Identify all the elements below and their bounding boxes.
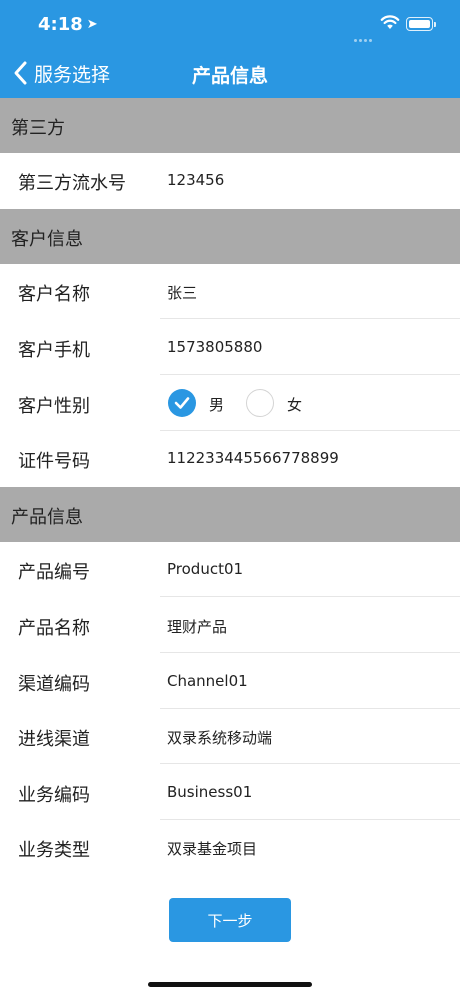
- row-inbound-channel: 进线渠道 双录系统移动端: [0, 709, 460, 764]
- section-title: 第三方: [11, 118, 65, 139]
- home-indicator: [148, 982, 312, 987]
- field-label: 业务编码: [18, 785, 90, 806]
- divider: [160, 596, 460, 597]
- row-third-party-serial: 第三方流水号 123456: [0, 153, 460, 208]
- location-arrow-icon: ➤: [86, 17, 98, 32]
- row-business-code: 业务编码 Business01: [0, 765, 460, 820]
- divider: [160, 763, 460, 764]
- row-customer-name: 客户名称 张三: [0, 264, 460, 319]
- divider: [160, 318, 460, 319]
- field-label: 客户名称: [18, 284, 90, 305]
- field-label: 进线渠道: [18, 729, 90, 750]
- field-label: 第三方流水号: [18, 173, 126, 194]
- product-name-value: 理财产品: [167, 618, 228, 636]
- inbound-channel-value: 双录系统移动端: [167, 729, 273, 747]
- section-header-third-party: 第三方: [0, 98, 460, 153]
- field-label: 客户手机: [18, 340, 90, 361]
- status-time-text: 4:18: [38, 14, 83, 35]
- status-time: 4:18 ➤: [38, 14, 98, 35]
- row-customer-id: 证件号码 112233445566778899: [0, 431, 460, 486]
- gender-male-label[interactable]: 男: [209, 394, 224, 415]
- product-code-value: Product01: [167, 560, 244, 578]
- divider: [160, 652, 460, 653]
- page-title: 产品信息: [191, 65, 268, 87]
- third-party-serial-value: 123456: [167, 171, 225, 189]
- divider: [160, 374, 460, 375]
- customer-id-value: 112233445566778899: [167, 449, 339, 467]
- row-business-type: 业务类型 双录基金项目: [0, 820, 460, 875]
- row-product-code: 产品编号 Product01: [0, 542, 460, 597]
- channel-code-value: Channel01: [167, 672, 248, 690]
- field-label: 产品编号: [18, 562, 90, 583]
- gender-male-radio[interactable]: [168, 389, 196, 417]
- row-product-name: 产品名称 理财产品: [0, 598, 460, 653]
- section-title: 客户信息: [11, 229, 83, 250]
- customer-phone-value: 1573805880: [167, 338, 263, 356]
- section-header-product: 产品信息: [0, 487, 460, 542]
- signal-icon: [354, 27, 374, 46]
- gender-female-label[interactable]: 女: [287, 394, 302, 415]
- field-label: 渠道编码: [18, 674, 90, 695]
- battery-icon: [406, 17, 436, 31]
- checkmark-icon: [174, 397, 190, 409]
- next-step-button[interactable]: 下一步: [169, 898, 291, 942]
- gender-female-radio[interactable]: [246, 389, 274, 417]
- business-code-value: Business01: [167, 783, 253, 801]
- field-label: 客户性别: [18, 396, 90, 417]
- row-customer-phone: 客户手机 1573805880: [0, 320, 460, 375]
- row-channel-code: 渠道编码 Channel01: [0, 654, 460, 709]
- field-label: 证件号码: [18, 451, 90, 472]
- section-title: 产品信息: [11, 507, 83, 528]
- field-label: 产品名称: [18, 618, 90, 639]
- nav-header: 4:18 ➤ 服务选择 产品信息: [0, 0, 460, 98]
- customer-name-value: 张三: [167, 284, 198, 302]
- field-label: 业务类型: [18, 840, 90, 861]
- row-customer-gender: 客户性别 男 女: [0, 376, 460, 431]
- section-header-customer: 客户信息: [0, 209, 460, 264]
- wifi-icon: [380, 15, 400, 29]
- business-type-value: 双录基金项目: [167, 840, 258, 858]
